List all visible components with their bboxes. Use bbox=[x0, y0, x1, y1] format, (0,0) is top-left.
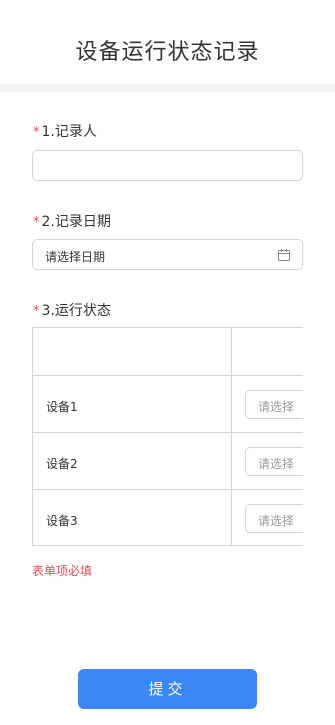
date-placeholder: 请选择日期 bbox=[45, 250, 106, 264]
select-placeholder: 请选择 bbox=[258, 514, 295, 528]
question-3-text: 3.运行状态 bbox=[41, 303, 111, 319]
select-placeholder: 请选择 bbox=[258, 457, 295, 471]
header-divider bbox=[0, 84, 335, 92]
table-row: 设备2 请选择 bbox=[33, 433, 303, 490]
question-2-label: * 2.记录日期 bbox=[33, 211, 111, 231]
question-3-label: * 3.运行状态 bbox=[33, 300, 111, 320]
required-mark: * bbox=[33, 304, 40, 319]
table-row: 设备1 请选择 bbox=[33, 376, 303, 433]
table-header-row bbox=[33, 328, 303, 376]
status-select[interactable]: 请选择 bbox=[245, 504, 303, 533]
device-name: 设备1 bbox=[46, 400, 78, 414]
validation-error: 表单项必填 bbox=[32, 564, 93, 578]
device-name: 设备2 bbox=[46, 457, 78, 471]
date-picker-input[interactable]: 请选择日期 bbox=[32, 239, 303, 270]
recorder-input[interactable] bbox=[32, 150, 303, 181]
required-mark: * bbox=[33, 215, 40, 230]
select-placeholder: 请选择 bbox=[258, 400, 295, 414]
submit-button[interactable]: 提交 bbox=[78, 669, 257, 709]
page-title: 设备运行状态记录 bbox=[75, 40, 260, 65]
question-1-label: * 1.记录人 bbox=[33, 121, 97, 141]
status-select[interactable]: 请选择 bbox=[245, 447, 303, 476]
column-divider bbox=[231, 328, 232, 545]
question-1-text: 1.记录人 bbox=[41, 124, 97, 140]
status-table[interactable]: 设备1 请选择 设备2 请选择 设备3 请选择 bbox=[32, 327, 303, 546]
device-name: 设备3 bbox=[46, 514, 78, 528]
question-2-text: 2.记录日期 bbox=[41, 214, 111, 230]
status-select[interactable]: 请选择 bbox=[245, 390, 303, 419]
calendar-icon bbox=[278, 249, 290, 261]
form-page: 设备运行状态记录 * 1.记录人 * 2.记录日期 请选择日期 * 3.运行状态 设备… bbox=[0, 0, 335, 725]
required-mark: * bbox=[33, 125, 40, 140]
table-row: 设备3 请选择 bbox=[33, 490, 303, 545]
